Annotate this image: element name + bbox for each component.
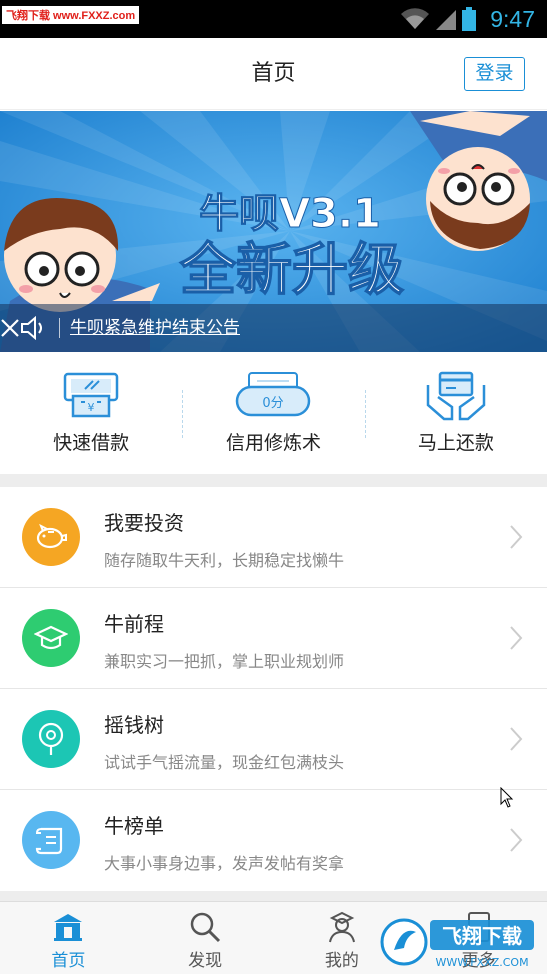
list-item-title: 摇钱树 [104, 713, 164, 737]
search-icon [190, 912, 221, 943]
chevron-right-icon [510, 828, 523, 852]
section-gap [0, 474, 547, 487]
close-icon[interactable] [0, 318, 20, 338]
quick-actions: ¥ 快速借款 0分 信用修炼术 马上还款 [0, 352, 547, 474]
home-icon [54, 914, 83, 941]
mouse-cursor-icon [500, 787, 514, 808]
list-item-icon-bg [22, 609, 80, 667]
list-item-subtitle: 兼职实习一把抓，掌上职业规划师 [104, 652, 345, 671]
notice-bar[interactable]: 牛呗紧急维护结束公告 [0, 304, 547, 352]
tab-discover[interactable]: 发现 [137, 902, 274, 974]
list-item-icon-bg [22, 508, 80, 566]
list-item-ranking[interactable]: 牛榜单 大事小事身边事，发声发帖有奖拿 [0, 790, 547, 891]
list-item-invest[interactable]: 我要投资 随存随取牛天利，长期稳定找懒牛 [0, 487, 547, 588]
list-item-subtitle: 试试手气摇流量，现金红包满枝头 [104, 753, 345, 772]
list-item-icon-bg [22, 710, 80, 768]
credit-badge: 0分 [263, 396, 284, 411]
quick-action-loan[interactable]: ¥ 快速借款 [0, 352, 182, 474]
tab-label: 我的 [324, 951, 359, 971]
notice-divider [59, 318, 60, 338]
wifi-icon [401, 8, 430, 29]
login-button[interactable]: 登录 [464, 57, 525, 91]
list-item-title: 牛前程 [104, 612, 164, 636]
atm-cash-icon: ¥ [63, 372, 119, 418]
list-item-subtitle: 随存随取牛天利，长期稳定找懒牛 [104, 551, 345, 570]
clock: 9:47 [490, 5, 535, 32]
watermark-label: 飞翔下载 www.FXXZ.com [2, 6, 140, 24]
list-item-subtitle: 大事小事身边事，发声发帖有奖拿 [104, 854, 345, 873]
quick-divider [365, 390, 366, 438]
svg-text:¥: ¥ [88, 401, 95, 414]
quick-divider [182, 390, 183, 438]
signal-icon [436, 10, 457, 30]
section-gap [0, 891, 547, 901]
status-bar: 飞翔下载 www.FXXZ.com 9:47 [0, 0, 547, 38]
feature-list: 我要投资 随存随取牛天利，长期稳定找懒牛 牛前程 兼职实习一把抓，掌上职业规划师… [0, 487, 547, 891]
banner-title-line1: 牛呗V3.1 [199, 191, 381, 237]
app-header: 首页 登录 [0, 38, 547, 110]
money-tree-icon [38, 722, 64, 755]
banner-title-line2: 全新升级 [179, 238, 404, 303]
list-item-title: 牛榜单 [104, 814, 164, 838]
quick-action-credit[interactable]: 0分 信用修炼术 [182, 352, 364, 474]
quick-action-repay[interactable]: 马上还款 [365, 352, 547, 474]
graduation-cap-icon [34, 625, 68, 650]
speaker-icon [21, 316, 42, 340]
watermark-url: WWW.FXXZ.COM [435, 956, 528, 969]
piggy-bank-icon [36, 523, 67, 549]
promo-banner[interactable]: 牛呗V3.1 全新升级 牛呗紧急维护结束公告 [0, 111, 547, 352]
tab-home[interactable]: 首页 [0, 902, 137, 974]
list-item-icon-bg [22, 811, 80, 869]
scroll-icon [35, 827, 63, 855]
battery-icon [462, 7, 477, 31]
user-icon [328, 911, 355, 943]
tab-label: 首页 [51, 951, 86, 971]
credit-score-icon: 0分 [236, 372, 311, 417]
quick-action-label: 马上还款 [417, 432, 494, 454]
site-watermark: 飞翔下载 WWW.FXXZ.COM [380, 918, 534, 969]
notice-link[interactable]: 牛呗紧急维护结束公告 [70, 304, 240, 352]
chevron-right-icon [510, 525, 523, 549]
watermark-text: 飞翔下载 [442, 924, 522, 948]
chevron-right-icon [510, 727, 523, 751]
tab-label: 发现 [188, 951, 223, 971]
list-item-money-tree[interactable]: 摇钱树 试试手气摇流量，现金红包满枝头 [0, 689, 547, 790]
chevron-right-icon [510, 626, 523, 650]
status-icons: 9:47 [400, 0, 535, 38]
list-item-title: 我要投资 [104, 511, 184, 535]
quick-action-label: 快速借款 [53, 432, 130, 454]
quick-action-label: 信用修炼术 [225, 432, 321, 454]
list-item-career[interactable]: 牛前程 兼职实习一把抓，掌上职业规划师 [0, 588, 547, 689]
hands-card-icon [426, 371, 486, 421]
